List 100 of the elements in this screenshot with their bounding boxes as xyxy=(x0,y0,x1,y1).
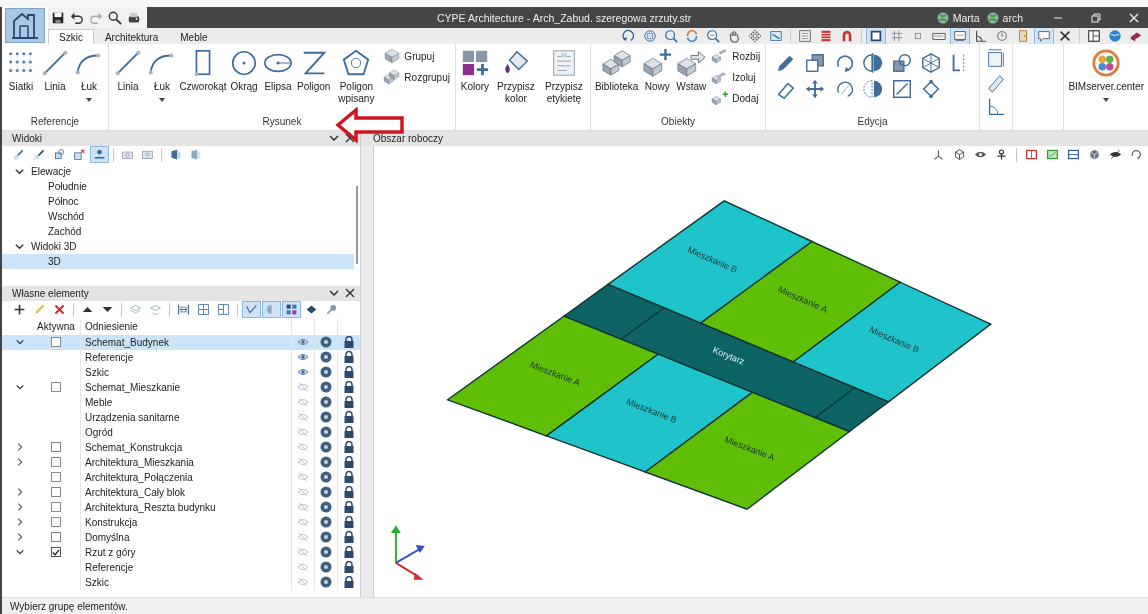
checkbox[interactable] xyxy=(51,502,61,513)
tripod-icon[interactable] xyxy=(995,148,1008,162)
table-row[interactable]: Domyślna xyxy=(2,529,360,545)
eye-icon[interactable] xyxy=(1109,148,1122,162)
tree-item[interactable]: Elewacje xyxy=(31,165,72,177)
move-icon[interactable] xyxy=(803,78,826,100)
checkbox[interactable] xyxy=(51,457,61,468)
gear-icon[interactable] xyxy=(320,336,332,349)
lock-icon[interactable] xyxy=(343,561,355,574)
close-icon[interactable] xyxy=(344,287,356,300)
axes-icon[interactable] xyxy=(932,148,945,162)
ribbon-button[interactable]: Przypisz etykietę xyxy=(539,48,588,105)
tree-item[interactable]: 3D xyxy=(2,253,354,269)
lock-icon[interactable] xyxy=(343,426,355,439)
chevron-right-icon[interactable] xyxy=(15,457,25,468)
scale-icon[interactable] xyxy=(890,78,913,100)
lock-icon[interactable] xyxy=(343,456,355,469)
gear-icon[interactable] xyxy=(320,471,332,484)
table-row[interactable]: Szkic xyxy=(2,574,360,590)
ribbon-button[interactable]: Izoluj xyxy=(711,69,761,86)
table-row[interactable]: Referencje xyxy=(2,559,360,575)
close-icon[interactable] xyxy=(344,132,356,145)
lock-icon[interactable] xyxy=(343,366,355,379)
table-row[interactable]: Schemat_Konstrukcja xyxy=(2,439,360,455)
checkbox[interactable] xyxy=(51,547,61,558)
lock-icon[interactable] xyxy=(343,411,355,424)
tree-item[interactable]: Południe xyxy=(2,178,354,194)
gear-icon[interactable] xyxy=(320,456,332,469)
checkbox[interactable] xyxy=(51,442,61,453)
tree-item[interactable]: Północ xyxy=(2,193,354,209)
chevron-right-icon[interactable] xyxy=(15,442,25,453)
gear-icon[interactable] xyxy=(320,441,332,454)
tree-item[interactable]: Widoki 3D xyxy=(31,240,77,252)
restore-icon[interactable] xyxy=(1090,11,1102,24)
lock-icon[interactable] xyxy=(343,501,355,514)
gear-icon[interactable] xyxy=(320,546,332,559)
toolbar-button[interactable] xyxy=(90,146,109,164)
table-row[interactable]: Meble xyxy=(2,394,360,410)
lock-icon[interactable] xyxy=(343,441,355,454)
ribbon-button[interactable]: Dodaj xyxy=(711,90,761,107)
ribbon-tab[interactable]: Meble xyxy=(169,29,219,44)
checkbox[interactable] xyxy=(51,382,61,393)
scrollbar[interactable] xyxy=(356,185,358,264)
gear-icon[interactable] xyxy=(320,486,332,499)
checkbox[interactable] xyxy=(51,517,61,528)
ribbon-button[interactable]: Czworokąt xyxy=(179,48,227,93)
ribbon-button[interactable]: Rozgrupuj xyxy=(383,69,450,86)
ribbon-button[interactable]: Poligon xyxy=(295,48,333,93)
toolbar-button[interactable] xyxy=(745,27,765,45)
print-icon[interactable] xyxy=(127,10,141,25)
mirror-icon[interactable] xyxy=(861,78,884,100)
table-row[interactable]: Schemat_Mieszkanie xyxy=(2,379,360,395)
cube-icon[interactable] xyxy=(1088,148,1101,162)
table-row[interactable]: Szkic xyxy=(2,364,360,380)
lock-icon[interactable] xyxy=(343,336,355,349)
toolbar-button[interactable] xyxy=(282,301,301,319)
lock-icon[interactable] xyxy=(343,381,355,394)
table-row[interactable]: Rzut z góry xyxy=(2,544,360,560)
lock-icon[interactable] xyxy=(343,351,355,364)
lock-icon[interactable] xyxy=(343,396,355,409)
table-row[interactable]: Ogród xyxy=(2,424,360,440)
gear-icon[interactable] xyxy=(320,411,332,424)
user-name[interactable]: Marta xyxy=(952,11,980,24)
lock-icon[interactable] xyxy=(343,471,355,484)
gear-icon[interactable] xyxy=(320,561,332,574)
gear-icon[interactable] xyxy=(320,381,332,394)
checkbox[interactable] xyxy=(51,472,61,483)
table-row[interactable]: Architektura_Reszta budynku xyxy=(2,499,360,515)
ribbon-button[interactable]: Linia xyxy=(38,48,72,93)
ribbon-button[interactable]: Poligon wpisany xyxy=(332,48,381,105)
ribbon-button[interactable]: Łuk xyxy=(72,48,106,104)
box-icon[interactable] xyxy=(1046,148,1059,162)
lock-icon[interactable] xyxy=(343,516,355,529)
column-header[interactable]: Odniesienie xyxy=(80,318,291,335)
table-row[interactable]: Architektura_Połączenia xyxy=(2,469,360,485)
layers-icon[interactable] xyxy=(1067,148,1080,162)
chevron-right-icon[interactable] xyxy=(15,517,25,528)
ribbon-button[interactable]: Biblioteka xyxy=(592,48,641,93)
mirror-icon[interactable] xyxy=(861,52,884,74)
close-icon[interactable] xyxy=(1128,11,1140,24)
ribbon-button[interactable]: Łuk xyxy=(145,48,179,104)
checkbox[interactable] xyxy=(51,532,61,543)
ribbon-button[interactable]: Elipsa xyxy=(261,48,295,93)
table-row[interactable]: Architektura_Mieszkania xyxy=(2,454,360,470)
ribbon-tab[interactable]: Architektura xyxy=(93,29,170,44)
gear-icon[interactable] xyxy=(320,396,332,409)
table-row[interactable]: Urządzenia sanitarne xyxy=(2,409,360,425)
ribbon-button[interactable]: Kolory xyxy=(457,48,492,93)
cube-icon[interactable] xyxy=(953,148,966,162)
tree-item[interactable]: Wschód xyxy=(2,208,354,224)
gear-icon[interactable] xyxy=(320,516,332,529)
lock-icon[interactable] xyxy=(343,546,355,559)
chevron-right-icon[interactable] xyxy=(15,532,25,543)
chevron-right-icon[interactable] xyxy=(15,487,25,498)
chevron-right-icon[interactable] xyxy=(15,502,25,513)
box-icon[interactable] xyxy=(919,52,942,74)
search-icon[interactable] xyxy=(108,10,122,25)
user-name[interactable]: arch xyxy=(1002,11,1023,24)
table-row[interactable]: Referencje xyxy=(2,349,360,365)
gear-icon[interactable] xyxy=(320,366,332,379)
